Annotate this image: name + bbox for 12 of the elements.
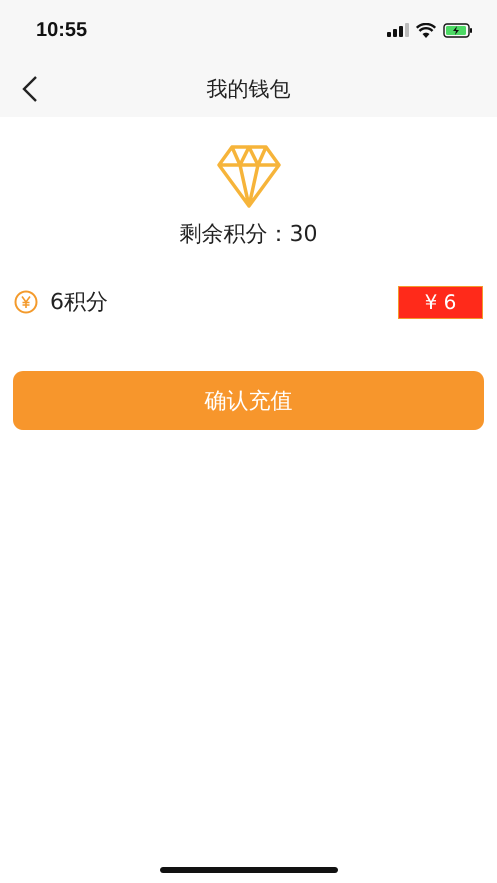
price-tag[interactable]: ¥ 6 xyxy=(398,286,483,318)
confirm-button[interactable]: 确认充值 xyxy=(13,371,484,430)
wifi-icon xyxy=(416,22,436,38)
back-icon[interactable] xyxy=(22,75,38,103)
battery-icon xyxy=(443,22,473,38)
package-label: 6积分 xyxy=(50,289,109,317)
status-time: 10:55 xyxy=(36,18,88,42)
page-title: 我的钱包 xyxy=(206,76,290,102)
signal-icon xyxy=(387,23,409,37)
yuan-icon xyxy=(14,290,38,314)
diamond-icon xyxy=(216,143,282,209)
points-balance: 剩余积分：30 xyxy=(180,221,318,249)
